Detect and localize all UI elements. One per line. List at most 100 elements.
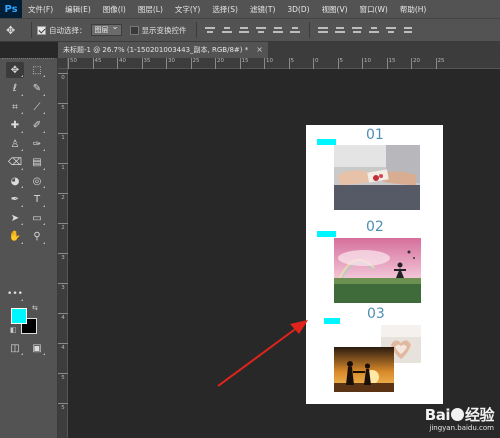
ruler-tick-label: 10 (362, 58, 371, 69)
hand-tool-icon[interactable]: ✋ (6, 229, 24, 245)
menu-type[interactable]: 文字(Y) (169, 4, 206, 15)
ruler-tick-label: 0 (58, 73, 68, 82)
align-bottom-icon[interactable] (237, 24, 251, 36)
foreground-color-swatch[interactable] (11, 308, 27, 324)
auto-select-checkbox[interactable] (37, 25, 46, 35)
move-tool-icon[interactable]: ✥ (6, 62, 24, 78)
distribute-top-icon[interactable] (316, 24, 330, 36)
horizontal-ruler[interactable]: 50 45 40 35 30 25 20 15 10 5 0 5 10 15 20 25 (68, 58, 500, 69)
menu-image[interactable]: 图像(I) (97, 4, 132, 15)
document-tab-bar: 未标题-1 @ 26.7% (1-150201003443_副本, RGB/8#… (58, 42, 500, 58)
menu-file[interactable]: 文件(F) (22, 4, 59, 15)
menu-3d[interactable]: 3D(D) (281, 5, 315, 14)
show-transform-label: 显示变换控件 (141, 25, 187, 35)
ruler-tick-label: 3 (58, 283, 68, 292)
ruler-tick-label: 1 (58, 163, 68, 172)
stamp-tool-icon[interactable]: ♙ (6, 136, 24, 152)
ruler-tick-label: 5 (337, 58, 343, 69)
screen-mode-icon[interactable]: ▣ (28, 340, 46, 356)
document-tab-title: 未标题-1 @ 26.7% (1-150201003443_副本, RGB/8#… (63, 46, 249, 54)
quick-mask-icon[interactable]: ◫ (6, 340, 24, 356)
history-brush-tool-icon[interactable]: ✑ (28, 136, 46, 152)
auto-select-label: 自动选择： (49, 25, 87, 35)
distribute-right-icon[interactable] (401, 24, 415, 36)
distribute-bottom-icon[interactable] (350, 24, 364, 36)
menu-filter[interactable]: 滤镜(T) (244, 4, 281, 15)
ruler-tick-label: 2 (58, 223, 68, 232)
brush-tool-icon[interactable]: ✐ (28, 118, 46, 134)
more-tools-icon[interactable]: ••• (6, 286, 24, 302)
ruler-tick-label: 1 (58, 133, 68, 142)
ruler-tick-label: 30 (166, 58, 175, 69)
eyedropper-tool-icon[interactable]: ⟋ (28, 99, 46, 115)
align-top-icon[interactable] (203, 24, 217, 36)
ruler-tick-label: 15 (239, 58, 249, 69)
ruler-tick-label: 25 (190, 58, 200, 69)
align-hcenter-icon[interactable] (271, 24, 285, 36)
quick-select-tool-icon[interactable]: ✎ (28, 81, 46, 97)
auto-select-dropdown[interactable]: 图层 (90, 22, 122, 36)
divider (31, 22, 32, 38)
distribute-vcenter-icon[interactable] (333, 24, 347, 36)
ruler-tick-label: 5 (58, 103, 68, 112)
paw-icon (450, 408, 464, 421)
document-tab[interactable]: 未标题-1 @ 26.7% (1-150201003443_副本, RGB/8#… (58, 42, 268, 58)
crop-tool-icon[interactable]: ⌗ (6, 99, 24, 115)
menubar: Ps 文件(F) 编辑(E) 图像(I) 图层(L) 文字(Y) 选择(S) 滤… (0, 0, 500, 18)
divider (308, 22, 310, 38)
healing-tool-icon[interactable]: ✚ (6, 118, 24, 134)
ruler-tick-label: 50 (68, 58, 77, 69)
close-tab-icon[interactable]: × (256, 42, 263, 58)
ruler-tick-label: 20 (411, 58, 420, 69)
ruler-tick-label: 0 (313, 58, 319, 69)
default-colors-icon[interactable]: ◧ (10, 326, 17, 334)
distribute-hcenter-icon[interactable] (384, 24, 398, 36)
ruler-tick-label: 5 (288, 58, 294, 69)
options-bar: ✥ 自动选择： 图层 显示变换控件 (0, 18, 500, 42)
gradient-tool-icon[interactable]: ▤ (28, 155, 46, 171)
watermark-logo-right: 经验 (464, 406, 495, 424)
ruler-tick-label: 45 (92, 58, 102, 69)
blur-tool-icon[interactable]: ◕ (6, 173, 24, 189)
align-right-icon[interactable] (288, 24, 302, 36)
menu-select[interactable]: 选择(S) (206, 4, 244, 15)
zoom-tool-icon[interactable]: ⚲ (28, 229, 46, 245)
eraser-tool-icon[interactable]: ⌫ (6, 155, 24, 171)
menu-layer[interactable]: 图层(L) (132, 4, 169, 15)
panel-grip[interactable] (2, 58, 54, 61)
ruler-tick-label: 4 (58, 313, 68, 322)
ruler-origin[interactable] (58, 58, 68, 69)
ruler-tick-label: 20 (215, 58, 224, 69)
watermark-url: jingyan.baidu.com (429, 424, 494, 432)
ruler-tick-label: 5 (58, 373, 68, 382)
lasso-tool-icon[interactable]: ℓ (6, 81, 24, 97)
align-left-icon[interactable] (254, 24, 268, 36)
shape-tool-icon[interactable]: ▭ (28, 210, 46, 226)
show-transform-checkbox[interactable] (129, 25, 139, 35)
ruler-tick-label: 2 (58, 193, 68, 202)
canvas-area[interactable]: 01 02 03 Bai 经验 jingyan.baidu.com (68, 69, 500, 438)
align-vcenter-icon[interactable] (220, 24, 234, 36)
menu-edit[interactable]: 编辑(E) (59, 4, 97, 15)
ruler-tick-label: 15 (386, 58, 396, 69)
menu-help[interactable]: 帮助(H) (394, 4, 433, 15)
divider (195, 22, 197, 38)
type-tool-icon[interactable]: T (28, 192, 46, 208)
menu-view[interactable]: 视图(V) (316, 4, 354, 15)
ruler-tick-label: 4 (58, 343, 68, 352)
ruler-tick-label: 5 (58, 403, 68, 412)
move-tool-icon[interactable]: ✥ (6, 24, 26, 37)
dodge-tool-icon[interactable]: ◎ (28, 173, 46, 189)
ruler-tick-label: 35 (141, 58, 151, 69)
photoshop-logo: Ps (0, 0, 22, 18)
menu-window[interactable]: 窗口(W) (354, 4, 394, 15)
marquee-tool-icon[interactable]: ⬚ (28, 62, 46, 78)
vertical-ruler[interactable]: 0 5 1 1 2 2 3 3 4 4 5 5 (58, 69, 68, 438)
ruler-tick-label: 3 (58, 253, 68, 262)
ruler-tick-label: 10 (264, 58, 273, 69)
distribute-left-icon[interactable] (367, 24, 381, 36)
swap-colors-icon[interactable]: ⇆ (32, 304, 38, 312)
pen-tool-icon[interactable]: ✒ (6, 192, 24, 208)
baidu-logo: Bai 经验 (425, 404, 495, 425)
path-select-tool-icon[interactable]: ➤ (6, 210, 24, 226)
